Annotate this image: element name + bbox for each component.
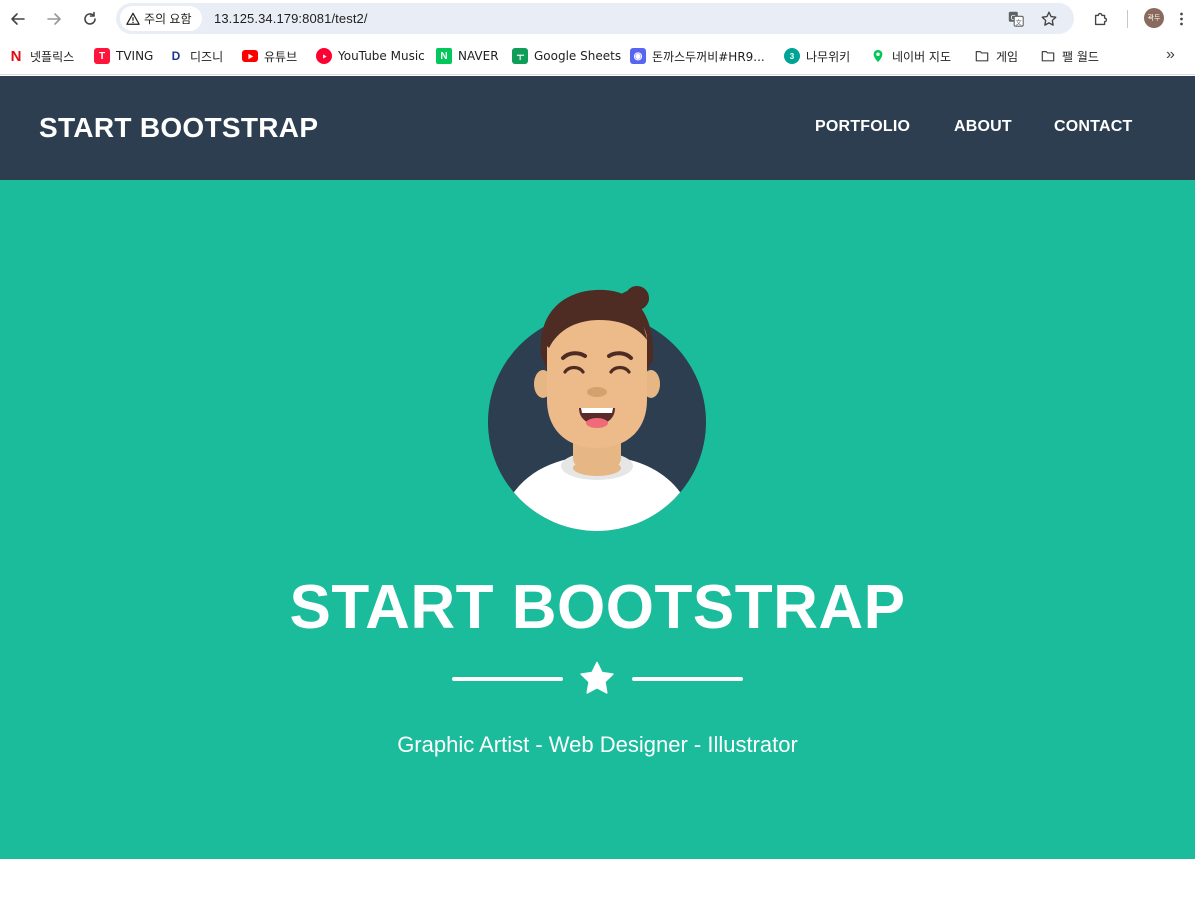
bookmarks-overflow-icon[interactable]: » bbox=[1166, 46, 1175, 64]
forward-button[interactable] bbox=[42, 7, 66, 31]
bookmark-discord[interactable]: ◉ 돈까스두꺼비#HR9... bbox=[630, 46, 765, 66]
masthead-heading: START BOOTSTRAP bbox=[289, 573, 906, 642]
divider-line-left bbox=[452, 677, 563, 681]
arrow-left-icon bbox=[11, 13, 25, 25]
toolbar-divider bbox=[1127, 10, 1128, 28]
netflix-icon: N bbox=[10, 47, 22, 65]
translate-button[interactable]: G文 bbox=[1006, 9, 1026, 29]
masthead: START BOOTSTRAP Graphic Artist - Web Des… bbox=[0, 180, 1195, 859]
naver-icon: N bbox=[436, 48, 452, 64]
site-navbar: START BOOTSTRAP PORTFOLIO ABOUT CONTACT bbox=[0, 76, 1195, 180]
svg-text:文: 文 bbox=[1016, 17, 1023, 26]
bookmark-youtube[interactable]: 유튜브 bbox=[242, 46, 297, 66]
bookmark-tving[interactable]: T TVING bbox=[94, 46, 153, 66]
browser-toolbar: 주의 요함 13.125.34.179:8081/test2/ G文 곽두 bbox=[0, 0, 1195, 38]
extensions-button[interactable] bbox=[1089, 7, 1113, 31]
puzzle-icon bbox=[1094, 12, 1108, 26]
nav-link-portfolio[interactable]: PORTFOLIO bbox=[815, 118, 910, 136]
naver-map-icon bbox=[870, 48, 886, 64]
masthead-subheading: Graphic Artist - Web Designer - Illustra… bbox=[397, 732, 798, 757]
bookmark-folder-palworld[interactable]: 팰 월드 bbox=[1040, 46, 1099, 66]
google-sheets-icon bbox=[512, 48, 528, 64]
back-button[interactable] bbox=[6, 7, 30, 31]
security-label: 주의 요함 bbox=[144, 12, 192, 26]
bookmark-disney[interactable]: D 디즈니 bbox=[168, 46, 223, 66]
nav-link-about[interactable]: ABOUT bbox=[954, 118, 1012, 136]
reload-button[interactable] bbox=[78, 7, 102, 31]
bookmark-folder-game[interactable]: 게임 bbox=[974, 46, 1018, 66]
bookmark-naver-map[interactable]: 네이버 지도 bbox=[870, 46, 951, 66]
youtube-icon bbox=[242, 50, 258, 62]
bookmark-star-button[interactable] bbox=[1039, 9, 1059, 29]
youtube-music-icon bbox=[316, 48, 332, 64]
menu-button[interactable] bbox=[1171, 7, 1191, 31]
star-icon bbox=[580, 661, 614, 694]
tving-icon: T bbox=[94, 48, 110, 64]
security-chip[interactable]: 주의 요함 bbox=[120, 6, 202, 31]
kebab-menu-icon bbox=[1179, 12, 1183, 26]
disney-icon: D bbox=[171, 49, 181, 63]
bookmark-google-sheets[interactable]: Google Sheets bbox=[512, 46, 621, 66]
folder-icon bbox=[1040, 48, 1056, 64]
arrow-right-icon bbox=[47, 13, 61, 25]
warning-icon bbox=[126, 12, 140, 25]
avatar-illustration bbox=[488, 286, 706, 531]
profile-avatar[interactable]: 곽두 bbox=[1144, 8, 1164, 28]
reload-icon bbox=[84, 11, 96, 25]
discord-icon: ◉ bbox=[630, 48, 646, 64]
nav-link-contact[interactable]: CONTACT bbox=[1054, 118, 1132, 136]
namuwiki-icon: 3 bbox=[784, 48, 800, 64]
bookmark-youtube-music[interactable]: YouTube Music bbox=[316, 46, 425, 66]
translate-icon: G文 bbox=[1008, 11, 1024, 27]
bookmark-namuwiki[interactable]: 3 나무위키 bbox=[784, 46, 850, 66]
bookmarks-bar: N 넷플릭스 T TVING D 디즈니 유튜브 YouTube Music N… bbox=[0, 38, 1195, 75]
folder-icon bbox=[974, 48, 990, 64]
navbar-brand[interactable]: START BOOTSTRAP bbox=[39, 112, 318, 144]
bookmark-naver[interactable]: N NAVER bbox=[436, 46, 499, 66]
bookmark-netflix[interactable]: N 넷플릭스 bbox=[8, 46, 75, 66]
address-bar[interactable]: 주의 요함 13.125.34.179:8081/test2/ G文 bbox=[116, 3, 1074, 34]
divider-line-right bbox=[632, 677, 743, 681]
star-outline-icon bbox=[1041, 11, 1057, 26]
url-text[interactable]: 13.125.34.179:8081/test2/ bbox=[214, 11, 368, 26]
